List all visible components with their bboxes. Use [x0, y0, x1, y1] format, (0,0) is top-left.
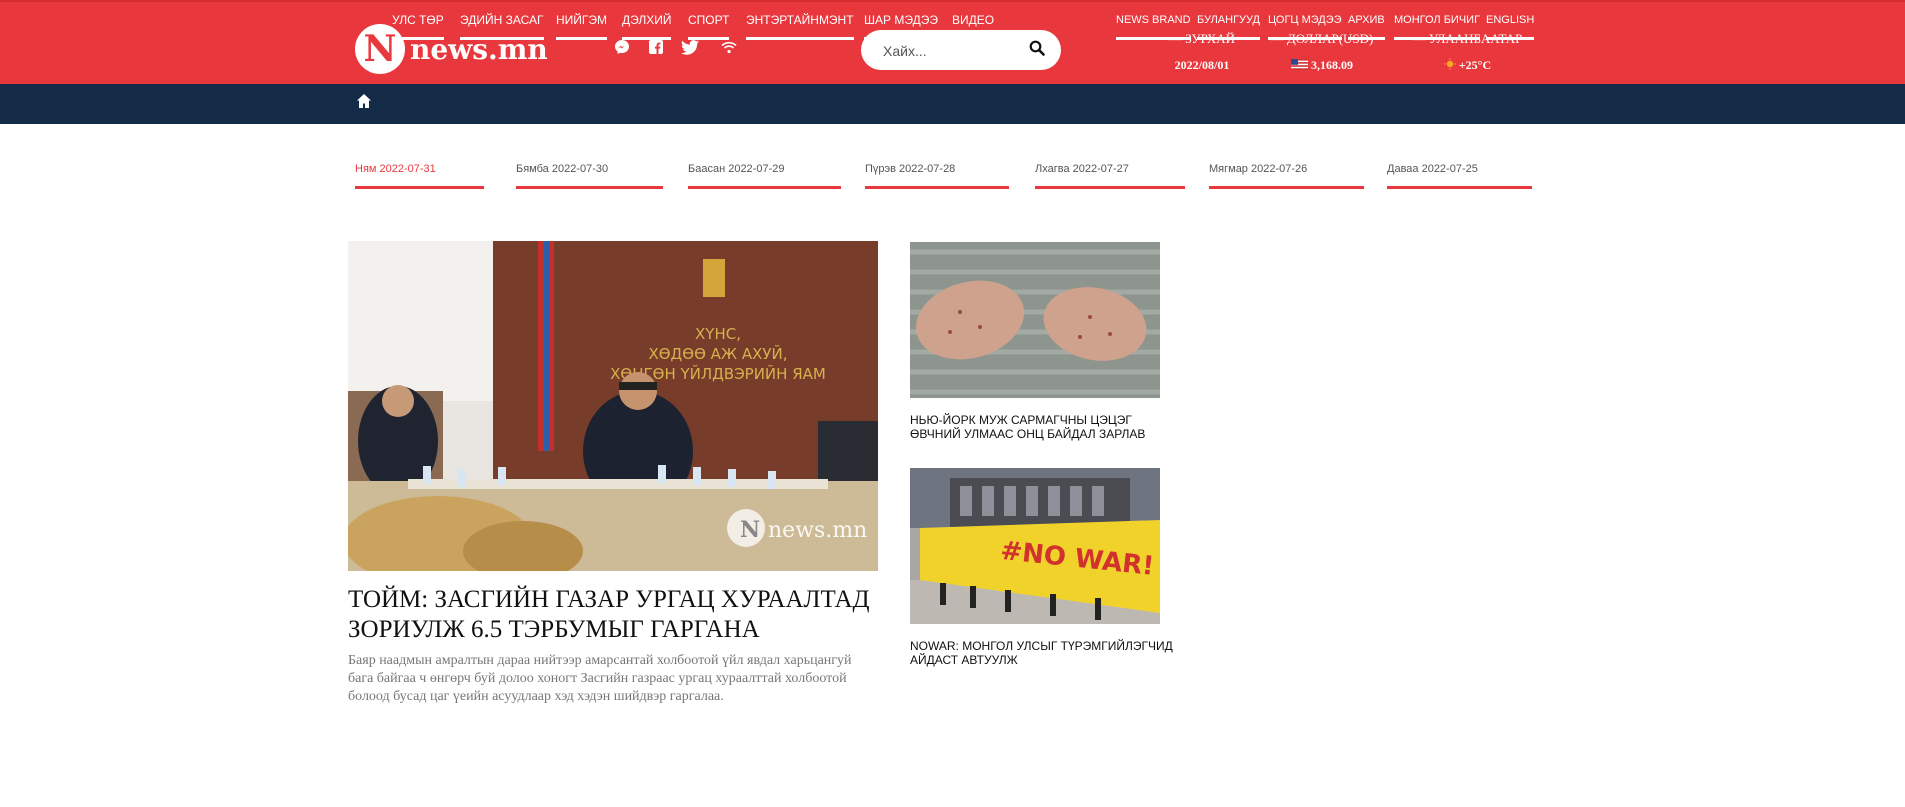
- side-article-2-title[interactable]: NOWAR: МОНГОЛ УЛСЫГ ТҮРЭМГИЙЛЭГЧИД АЙДАС…: [910, 639, 1180, 667]
- date-tab-tuesday[interactable]: Мягмар 2022-07-26: [1209, 163, 1364, 189]
- main-article-image[interactable]: ХҮНС, ХӨДӨӨ АЖ АХУЙ, ХӨНГӨН ҮЙЛДВЭРИЙН Я…: [348, 241, 878, 571]
- messenger-icon[interactable]: [612, 37, 632, 57]
- nav-item-corners[interactable]: БУЛАНГУУД: [1197, 0, 1260, 40]
- temperature: +25°C: [1458, 58, 1492, 72]
- home-icon[interactable]: [356, 93, 372, 111]
- nav-item-society[interactable]: НИЙГЭМ: [556, 0, 608, 40]
- nav-item-archive[interactable]: АРХИВ: [1348, 0, 1385, 40]
- main-navbar: [0, 84, 1905, 124]
- date-tab-monday[interactable]: Даваа 2022-07-25: [1387, 163, 1532, 189]
- nav-item-politics[interactable]: УЛС ТӨР: [392, 0, 444, 40]
- search-icon[interactable]: [1029, 40, 1049, 60]
- main-article-summary: Баяр наадмын амралтын дараа нийтээр амар…: [348, 653, 852, 704]
- svg-text:N: N: [740, 517, 760, 543]
- nav-item-entertainment[interactable]: ЭНТЭРТАЙНМЭНТ: [746, 0, 854, 40]
- nav-item-mongol-script[interactable]: МОНГОЛ БИЧИГ: [1394, 0, 1481, 40]
- nav-item-world[interactable]: ДЭЛХИЙ: [622, 0, 672, 40]
- side-article-1-image[interactable]: [910, 242, 1160, 398]
- nav-item-yellow-news[interactable]: ШАР МЭДЭЭ: [864, 0, 938, 40]
- nav-item-sport[interactable]: СПОРТ: [688, 0, 730, 40]
- search-input[interactable]: [881, 38, 1025, 64]
- nav-item-video[interactable]: ВИДЕО: [952, 0, 995, 40]
- nav-item-economy[interactable]: ЭДИЙН ЗАСАГ: [460, 0, 544, 40]
- main-article-title[interactable]: ТОЙМ: ЗАСГИЙН ГАЗАР УРГАЦ ХУРААЛТАД ЗОРИ…: [348, 585, 888, 645]
- ministry-sign-line1: ХҮНС,: [695, 325, 741, 343]
- date-tab-friday[interactable]: Баасан 2022-07-29: [688, 163, 841, 189]
- ministry-sign-line2: ХӨДӨӨ АЖ АХУЙ,: [648, 344, 787, 363]
- date-tab-sunday[interactable]: Ням 2022-07-31: [355, 163, 484, 189]
- side-article-2-image[interactable]: #NO WAR!: [910, 468, 1160, 624]
- date-tab-thursday[interactable]: Пүрэв 2022-07-28: [865, 163, 1009, 189]
- usd-rate: 3,168.09: [1311, 58, 1353, 72]
- us-flag-icon: [1291, 59, 1308, 70]
- nav-item-english[interactable]: ENGLISH: [1486, 0, 1535, 40]
- date-tab-wednesday[interactable]: Лхагва 2022-07-27: [1035, 163, 1185, 189]
- date-tab-saturday[interactable]: Бямба 2022-07-30: [516, 163, 663, 189]
- astrology-date: 2022/08/01: [1174, 58, 1230, 72]
- nav-item-news-brand[interactable]: NEWS BRAND: [1116, 0, 1191, 40]
- side-article-1-title[interactable]: НЬЮ-ЙОРК МУЖ САРМАГЧНЫ ЦЭЦЭГ ӨВЧНИЙ УЛМА…: [910, 413, 1180, 441]
- twitter-icon[interactable]: [680, 37, 700, 57]
- weather-value-row: +25°C: [1410, 58, 1525, 73]
- facebook-icon[interactable]: [646, 37, 666, 57]
- currency-value-row: 3,168.09: [1267, 58, 1377, 73]
- rss-icon[interactable]: [719, 37, 739, 57]
- nav-item-all-news[interactable]: ЦОГЦ МЭДЭЭ: [1268, 0, 1342, 40]
- sun-icon: [1443, 58, 1456, 70]
- image-watermark: news.mn: [768, 518, 867, 543]
